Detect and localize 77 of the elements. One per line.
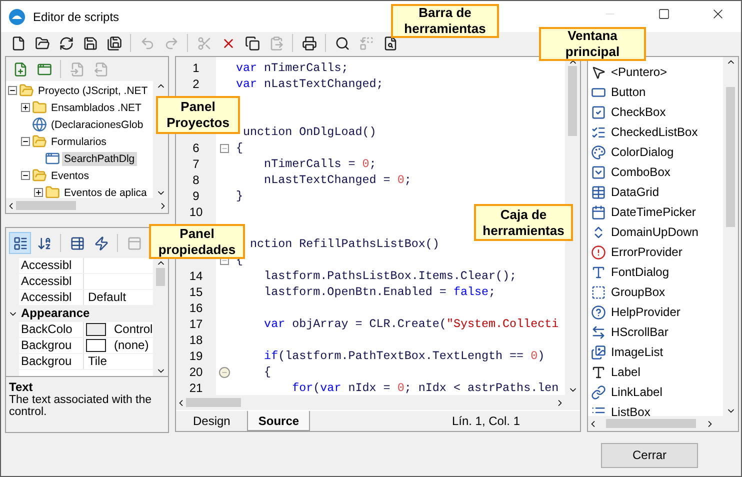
- toolbox-item[interactable]: DateTimePicker: [591, 202, 723, 222]
- toolbox-item[interactable]: DomainUpDown: [591, 222, 723, 242]
- code-line: lastform.PathsListBox.Items.Clear();: [263, 269, 517, 283]
- cursor-position: Lín. 1, Col. 1: [452, 414, 520, 428]
- editor-tab[interactable]: Design: [182, 411, 242, 431]
- code-line: nction RefillPathsListBox(): [249, 237, 440, 251]
- code-line: }: [235, 189, 244, 203]
- line-number: 7: [192, 156, 200, 172]
- line-number: 15: [188, 284, 204, 300]
- toolbox-item[interactable]: ErrorProvider: [591, 242, 723, 262]
- line-number: 14: [188, 268, 204, 284]
- property-name: Backgrou: [19, 354, 84, 369]
- line-number: 2: [192, 76, 200, 92]
- property-value[interactable]: Default: [86, 290, 126, 305]
- callout-tooltip: Panel Proyectos: [156, 96, 240, 134]
- toolbox-item[interactable]: CheckBox: [591, 102, 723, 122]
- close-button[interactable]: Cerrar: [601, 442, 698, 468]
- line-number: 8: [192, 172, 200, 188]
- code-line: nLastTextChanged = 0;: [263, 173, 412, 187]
- description-text: The text associated with the control.: [9, 394, 153, 418]
- toolbox-item[interactable]: ListBox: [591, 402, 723, 416]
- toolbox-item[interactable]: ComboBox: [591, 162, 723, 182]
- line-number: 18: [188, 332, 204, 348]
- property-name: BackColo: [19, 322, 84, 337]
- line-number: 1: [192, 60, 200, 76]
- code-line: {: [263, 365, 272, 379]
- property-name: Accessibl: [19, 258, 84, 273]
- toolbox-item[interactable]: CheckedListBox: [591, 122, 723, 142]
- toolbox-item[interactable]: <Puntero>: [591, 62, 723, 82]
- tree-item[interactable]: Proyecto (JScript, .NET: [36, 84, 150, 98]
- tree-item[interactable]: (DeclaracionesGlob: [49, 118, 146, 132]
- description-title: Text: [9, 380, 34, 394]
- tree-item[interactable]: SearchPathDlg: [62, 152, 137, 166]
- code-line: unction OnDlgLoad(): [242, 125, 376, 139]
- code-line: lastform.OpenBtn.Enabled = false;: [263, 285, 496, 299]
- line-number: 19: [188, 348, 204, 364]
- property-category: Appearance: [20, 306, 90, 322]
- toolbox-item[interactable]: GroupBox: [591, 282, 723, 302]
- property-value[interactable]: Tile: [86, 354, 107, 369]
- callout-tooltip: Ventana principal: [539, 27, 646, 61]
- property-value[interactable]: (none): [112, 338, 149, 353]
- property-name: Accessibl: [19, 274, 84, 289]
- toolbox-item[interactable]: FontDialog: [591, 262, 723, 282]
- property-value[interactable]: Control: [112, 322, 153, 337]
- toolbox-item[interactable]: HelpProvider: [591, 302, 723, 322]
- code-line: {: [235, 141, 244, 155]
- code-line: for(var nIdx = 0; nIdx < astrPaths.len: [291, 381, 559, 395]
- callout-tooltip: Panel propiedades: [149, 224, 245, 259]
- line-number: 6: [192, 140, 200, 156]
- toolbox-item[interactable]: LinkLabel: [591, 382, 723, 402]
- code-line: var objArray = CLR.Create("System.Collecti: [263, 317, 559, 331]
- toolbox-item[interactable]: Button: [591, 82, 723, 102]
- toolbox-item[interactable]: DataGrid: [591, 182, 723, 202]
- line-number: 9: [192, 188, 200, 204]
- line-number: 20: [188, 364, 204, 380]
- editor-tab[interactable]: Source: [247, 411, 310, 431]
- toolbox-item[interactable]: ColorDialog: [591, 142, 723, 162]
- tree-item[interactable]: Eventos: [49, 168, 91, 182]
- window-title: Editor de scripts: [33, 10, 120, 24]
- toolbox-item[interactable]: Label: [591, 362, 723, 382]
- property-name: Backgrou: [19, 338, 84, 353]
- callout-tooltip: Caja de herramientas: [474, 204, 573, 241]
- code-line: nTimerCalls = 0;: [263, 157, 376, 171]
- tree-item[interactable]: Ensamblados .NET: [49, 100, 144, 114]
- code-line: if(lastform.PathTextBox.TextLength == 0): [263, 349, 545, 363]
- tree-item[interactable]: Eventos de aplica: [62, 186, 149, 198]
- line-number: 10: [188, 204, 204, 220]
- code-line: var nTimerCalls;: [235, 61, 348, 75]
- callout-tooltip: Barra de herramientas: [391, 4, 499, 38]
- tree-item[interactable]: Formularios: [49, 134, 108, 148]
- code-line: var nLastTextChanged;: [235, 77, 384, 91]
- property-name: Accessibl: [19, 290, 84, 305]
- toolbox-item[interactable]: ImageList: [591, 342, 723, 362]
- line-number: 21: [188, 380, 204, 395]
- toolbox-item[interactable]: HScrollBar: [591, 322, 723, 342]
- line-number: 17: [188, 316, 204, 332]
- line-number: 16: [188, 300, 204, 316]
